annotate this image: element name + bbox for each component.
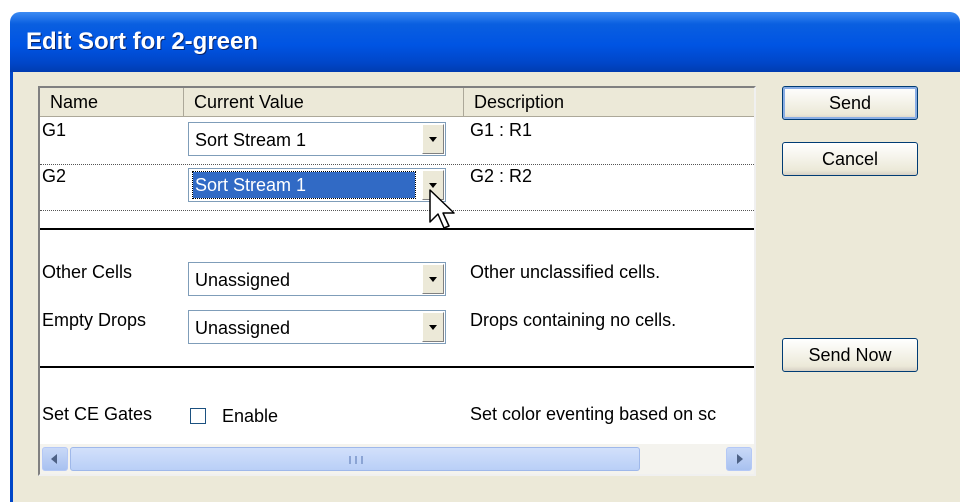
select-value: Unassigned [195,318,291,338]
sort-stream-select-g1[interactable]: Sort Stream 1 [188,122,446,156]
mouse-pointer-icon [429,189,455,229]
column-header-current-value[interactable]: Current Value [184,88,464,116]
horizontal-scrollbar[interactable] [40,444,754,474]
row-divider [40,210,754,211]
row-name: G1 [42,120,67,140]
chevron-down-icon[interactable] [422,312,444,342]
send-now-button[interactable]: Send Now [782,338,918,372]
checkbox-label[interactable]: Enable [222,406,278,427]
section-separator [40,228,754,230]
other-cells-select[interactable]: Unassigned [188,262,446,296]
row-name: Set CE Gates [42,404,153,424]
scrollbar-thumb[interactable] [70,447,640,471]
select-value: Unassigned [195,270,291,290]
row-description: G2 : R2 [470,166,533,186]
select-value: Sort Stream 1 [195,130,307,150]
enable-checkbox[interactable] [190,408,206,424]
row-description: Drops containing no cells. [470,310,677,330]
sort-settings-grid: Name Current Value Description G1 Sort S… [38,86,756,476]
select-value: Sort Stream 1 [192,171,416,199]
title-bar[interactable]: Edit Sort for 2-green [10,12,960,72]
send-button[interactable]: Send [782,86,918,120]
row-name: Empty Drops [42,310,147,330]
row-description: G1 : R1 [470,120,533,140]
row-divider [40,164,754,165]
chevron-down-icon[interactable] [422,124,444,154]
empty-drops-select[interactable]: Unassigned [188,310,446,344]
column-header-name[interactable]: Name [40,88,184,116]
cancel-button[interactable]: Cancel [782,142,918,176]
row-description: Set color eventing based on sc [470,404,717,424]
row-description: Other unclassified cells. [470,262,661,282]
grip-icon [349,456,363,464]
window-title: Edit Sort for 2-green [26,28,259,55]
row-name: Other Cells [42,262,133,282]
section-separator [40,366,754,368]
scroll-left-arrow-icon[interactable] [42,447,68,471]
column-header-description[interactable]: Description [464,88,754,116]
sort-stream-select-g2[interactable]: Sort Stream 1 [188,168,446,202]
row-name: G2 [42,166,67,186]
chevron-down-icon[interactable] [422,264,444,294]
edit-sort-dialog: Edit Sort for 2-green Name Current Value… [0,0,962,502]
scroll-right-arrow-icon[interactable] [726,447,752,471]
grid-header: Name Current Value Description [40,88,754,117]
